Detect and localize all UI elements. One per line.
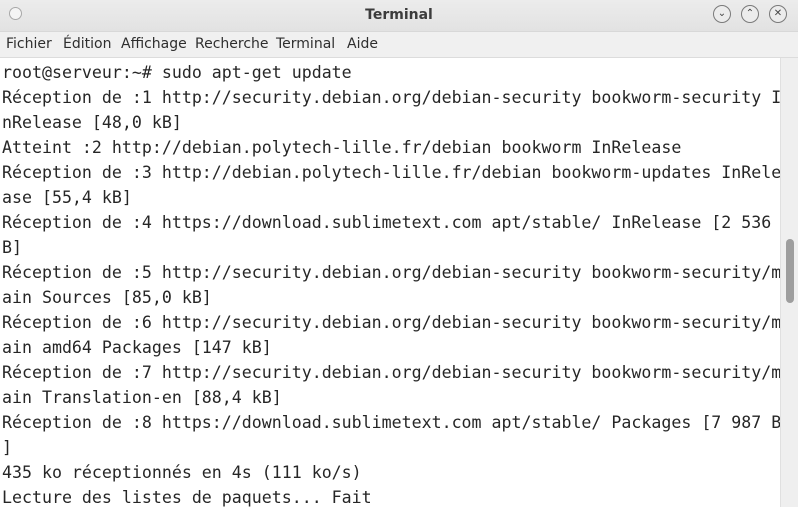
window-title: Terminal bbox=[365, 7, 433, 23]
menu-bar: Fichier Édition Affichage Recherche Term… bbox=[0, 32, 798, 58]
menu-fichier[interactable]: Fichier bbox=[6, 36, 52, 52]
vertical-scrollbar[interactable] bbox=[780, 58, 798, 507]
terminal-line: 435 ko réceptionnés en 4s (111 ko/s) bbox=[2, 463, 362, 482]
terminal-line: ain Sources [85,0 kB] bbox=[2, 288, 212, 307]
terminal-line: Atteint :2 http://debian.polytech-lille.… bbox=[2, 138, 682, 157]
chevron-up-icon: ⌃ bbox=[745, 8, 755, 19]
terminal-line: Réception de :1 http://security.debian.o… bbox=[2, 88, 780, 107]
terminal-line: ase [55,4 kB] bbox=[2, 188, 132, 207]
terminal-line: Réception de :4 https://download.sublime… bbox=[2, 213, 772, 232]
terminal-line: B] bbox=[2, 238, 22, 257]
terminal-line: nRelease [48,0 kB] bbox=[2, 113, 182, 132]
terminal-line: Réception de :5 http://security.debian.o… bbox=[2, 263, 780, 282]
minimize-button[interactable]: ⌄ bbox=[713, 5, 731, 23]
terminal-window: Terminal ⌄ ⌃ ✕ Fichier Édition Affichage… bbox=[0, 0, 798, 507]
terminal-line: Réception de :3 http://debian.polytech-l… bbox=[2, 163, 780, 182]
maximize-button[interactable]: ⌃ bbox=[741, 5, 759, 23]
terminal-line: ain amd64 Packages [147 kB] bbox=[2, 338, 272, 357]
terminal-line: Réception de :6 http://security.debian.o… bbox=[2, 313, 780, 332]
menu-edition[interactable]: Édition bbox=[63, 36, 111, 52]
terminal-lines: root@serveur:~# sudo apt-get update Réce… bbox=[2, 60, 780, 507]
menu-terminal[interactable]: Terminal bbox=[276, 36, 335, 52]
chevron-down-icon: ⌄ bbox=[717, 8, 727, 19]
menu-affichage[interactable]: Affichage bbox=[121, 36, 187, 52]
terminal-line: Réception de :7 http://security.debian.o… bbox=[2, 363, 780, 382]
title-bar[interactable]: Terminal ⌄ ⌃ ✕ bbox=[0, 0, 798, 32]
menu-recherche[interactable]: Recherche bbox=[195, 36, 269, 52]
menu-aide[interactable]: Aide bbox=[347, 36, 378, 52]
scrollbar-thumb[interactable] bbox=[786, 239, 794, 303]
terminal-line: Lecture des listes de paquets... Fait bbox=[2, 488, 372, 507]
close-button[interactable]: ✕ bbox=[769, 5, 787, 23]
terminal-line: ] bbox=[2, 438, 12, 457]
terminal-line: ain Translation-en [88,4 kB] bbox=[2, 388, 282, 407]
terminal-line: Réception de :8 https://download.sublime… bbox=[2, 413, 780, 432]
close-icon: ✕ bbox=[773, 8, 783, 19]
terminal-output[interactable]: root@serveur:~# sudo apt-get update Réce… bbox=[0, 58, 780, 507]
terminal-line: root@serveur:~# sudo apt-get update bbox=[2, 63, 352, 82]
